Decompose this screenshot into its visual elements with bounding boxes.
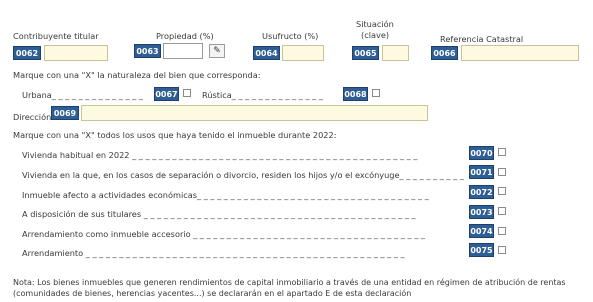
uso-arrendamiento-label: Arrendamiento _ _ _ _ _ _ _ _ _ _ _ _ _ … bbox=[22, 248, 405, 258]
propiedad-label: Propiedad (%) bbox=[156, 31, 214, 41]
urbana-checkbox[interactable] bbox=[183, 89, 191, 97]
rustica-checkbox[interactable] bbox=[372, 89, 380, 97]
pencil-icon[interactable]: ✎ bbox=[209, 44, 225, 58]
code-0075: 0075 bbox=[469, 243, 494, 257]
rustica-label: Rústica_ _ _ _ _ _ _ _ _ _ _ _ _ _ bbox=[202, 90, 323, 100]
uso-vivienda-habitual-checkbox[interactable] bbox=[498, 148, 506, 156]
uso-disposicion-checkbox[interactable] bbox=[498, 207, 506, 215]
code-0070: 0070 bbox=[469, 146, 494, 160]
code-0065: 0065 bbox=[352, 46, 379, 60]
code-0062: 0062 bbox=[13, 46, 41, 60]
uso-actividades-label: Inmueble afecto a actividades económicas… bbox=[22, 190, 429, 200]
usos-prompt: Marque con una "X" todos los usos que ha… bbox=[13, 130, 337, 140]
contribuyente-label: Contribuyente titular bbox=[13, 31, 99, 41]
uso-arrendamiento-accesorio-label: Arrendamiento como inmueble accesorio _ … bbox=[22, 229, 425, 239]
code-0071: 0071 bbox=[469, 165, 494, 179]
referencia-input[interactable] bbox=[461, 45, 579, 61]
uso-vivienda-separacion-checkbox[interactable] bbox=[498, 168, 506, 176]
situacion-input[interactable] bbox=[382, 45, 409, 61]
code-0074: 0074 bbox=[469, 224, 494, 238]
code-0066: 0066 bbox=[431, 46, 458, 60]
code-0063: 0063 bbox=[134, 44, 161, 58]
code-0068: 0068 bbox=[343, 87, 368, 101]
urbana-label: Urbana_ _ _ _ _ _ _ _ _ _ _ _ _ _ bbox=[22, 90, 143, 100]
code-0073: 0073 bbox=[469, 205, 494, 219]
uso-vivienda-habitual-label: Vivienda habitual en 2022 _ _ _ _ _ _ _ … bbox=[22, 150, 418, 160]
uso-disposicion-label: A disposición de sus titulares _ _ _ _ _… bbox=[22, 209, 416, 219]
usufructo-label: Usufructo (%) bbox=[262, 31, 319, 41]
propiedad-input[interactable] bbox=[163, 43, 203, 59]
code-0069: 0069 bbox=[51, 106, 79, 120]
uso-actividades-checkbox[interactable] bbox=[498, 187, 506, 195]
uso-arrendamiento-checkbox[interactable] bbox=[498, 246, 506, 254]
contribuyente-input[interactable] bbox=[44, 45, 108, 61]
direccion-label: Dirección bbox=[13, 112, 52, 122]
situacion-label-clave: (clave) bbox=[361, 30, 390, 40]
code-0064: 0064 bbox=[253, 46, 280, 60]
code-0067: 0067 bbox=[154, 87, 179, 101]
usufructo-input[interactable] bbox=[282, 45, 324, 61]
direccion-input[interactable] bbox=[81, 105, 428, 121]
uso-arrendamiento-accesorio-checkbox[interactable] bbox=[498, 227, 506, 235]
referencia-label: Referencia Catastral bbox=[440, 34, 524, 44]
situacion-label: Situación bbox=[356, 19, 394, 29]
uso-vivienda-separacion-label: Vivienda en la que, en los casos de sepa… bbox=[22, 170, 464, 180]
nota-text: Nota: Los bienes inmuebles que generen r… bbox=[13, 278, 566, 298]
naturaleza-prompt: Marque con una "X" la naturaleza del bie… bbox=[13, 70, 261, 80]
code-0072: 0072 bbox=[469, 185, 494, 199]
